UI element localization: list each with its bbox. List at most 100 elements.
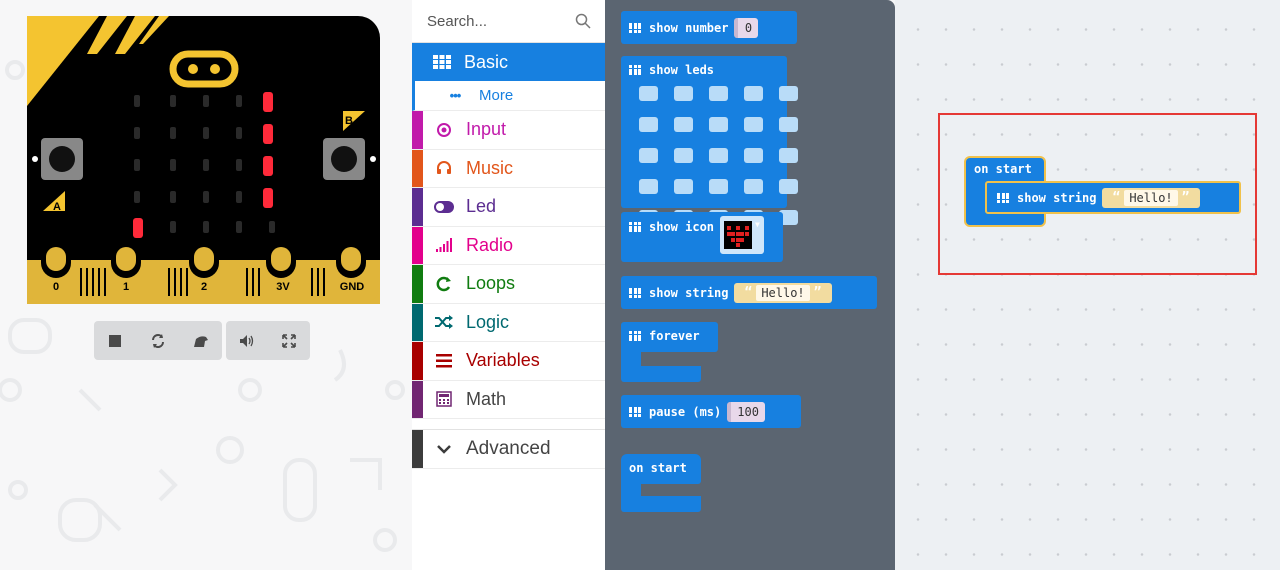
- led-cell[interactable]: [709, 179, 728, 194]
- fullscreen-icon[interactable]: [276, 328, 302, 354]
- category-label: Math: [466, 388, 507, 409]
- on-start-bottom: [621, 496, 701, 512]
- search-icon[interactable]: [575, 13, 591, 29]
- category-more[interactable]: ••• More: [412, 81, 605, 111]
- string-value[interactable]: Hello!: [1124, 189, 1178, 206]
- block-forever[interactable]: forever: [621, 322, 718, 352]
- led-cell[interactable]: [639, 86, 658, 101]
- toolbox-separator: [412, 419, 605, 430]
- category-loops[interactable]: Loops: [412, 265, 605, 304]
- signal-icon: [434, 238, 454, 253]
- grid-icon: [629, 331, 641, 341]
- grid-icon: [629, 22, 641, 33]
- block-label: forever: [649, 329, 700, 343]
- block-show-number[interactable]: show number 0: [621, 11, 797, 44]
- icon-dropdown[interactable]: ▼: [720, 216, 765, 254]
- led-cell[interactable]: [674, 86, 693, 101]
- led-matrix: [639, 86, 798, 225]
- led-cell[interactable]: [779, 86, 798, 101]
- number-input[interactable]: 100: [727, 401, 765, 422]
- category-label: Loops: [466, 273, 516, 294]
- string-input[interactable]: “ Hello! ”: [734, 282, 832, 303]
- led-cell[interactable]: [709, 86, 728, 101]
- category-advanced[interactable]: Advanced: [412, 430, 605, 469]
- pin-gnd-label: GND: [340, 281, 365, 293]
- microbit-board[interactable]: A B 0 1 2 3V GND: [27, 16, 380, 304]
- block-show-string[interactable]: show string “ Hello! ”: [621, 276, 877, 309]
- block-pause[interactable]: pause (ms) 100: [621, 395, 801, 428]
- stop-icon[interactable]: [102, 328, 128, 354]
- toolbox: Search... Basic ••• More Input Music Led: [412, 0, 605, 570]
- refresh-icon: [434, 276, 454, 292]
- led-cell[interactable]: [674, 148, 693, 163]
- led-cell[interactable]: [709, 148, 728, 163]
- grid-icon: [629, 222, 641, 232]
- led-cell[interactable]: [639, 117, 658, 132]
- led-cell[interactable]: [744, 179, 763, 194]
- toolbox-search[interactable]: Search...: [412, 0, 605, 43]
- category-label: Led: [466, 196, 497, 217]
- led-cell[interactable]: [744, 148, 763, 163]
- led-cell[interactable]: [744, 86, 763, 101]
- block-label: on start: [629, 461, 687, 475]
- restart-icon[interactable]: [145, 328, 171, 354]
- pin-0-label: 0: [53, 281, 59, 293]
- category-math[interactable]: Math: [412, 380, 605, 419]
- led-cell[interactable]: [709, 117, 728, 132]
- dropdown-arrow-icon: ▼: [755, 220, 760, 229]
- workspace[interactable]: [895, 0, 1280, 570]
- block-flyout: show number 0 show leds show icon ▼ show…: [605, 0, 895, 570]
- more-icon: •••: [449, 88, 462, 103]
- string-value[interactable]: Hello!: [756, 284, 810, 301]
- led-cell[interactable]: [674, 179, 693, 194]
- sound-icon[interactable]: [234, 328, 260, 354]
- debug-icon[interactable]: [188, 328, 214, 354]
- category-music[interactable]: Music: [412, 149, 605, 188]
- led-cell[interactable]: [639, 179, 658, 194]
- led-cell[interactable]: [779, 117, 798, 132]
- open-quote-icon: “: [744, 285, 753, 300]
- category-basic[interactable]: Basic: [412, 43, 605, 81]
- pin-1-label: 1: [123, 281, 129, 293]
- block-label: pause (ms): [649, 404, 722, 419]
- makecode-editor: A B 0 1 2 3V GND Search... Basic ••• Mor…: [0, 0, 1280, 570]
- category-label: Music: [466, 157, 514, 178]
- button-b-label: B: [345, 115, 353, 127]
- close-quote-icon: ”: [813, 285, 822, 300]
- number-input[interactable]: 0: [734, 17, 759, 38]
- search-input[interactable]: Search...: [427, 13, 487, 30]
- category-led[interactable]: Led: [412, 188, 605, 227]
- simulator-panel: A B 0 1 2 3V GND: [0, 0, 412, 570]
- heart-icon: [724, 221, 753, 249]
- block-label: show string: [1017, 190, 1097, 205]
- grid-icon: [629, 65, 641, 75]
- list-icon: [434, 353, 454, 368]
- block-show-leds[interactable]: show leds: [621, 56, 798, 225]
- led-cell[interactable]: [674, 117, 693, 132]
- led-cell[interactable]: [779, 148, 798, 163]
- chevron-down-icon: [434, 444, 454, 454]
- block-label: show number: [649, 20, 729, 35]
- block-on-start[interactable]: on start: [621, 454, 701, 484]
- pin-3v-label: 3V: [276, 281, 290, 293]
- led-cell[interactable]: [744, 117, 763, 132]
- category-input[interactable]: Input: [412, 111, 605, 150]
- grid-icon: [997, 192, 1009, 203]
- pin-2-label: 2: [201, 281, 207, 293]
- category-label: Input: [466, 119, 507, 140]
- category-variables[interactable]: Variables: [412, 342, 605, 381]
- category-radio[interactable]: Radio: [412, 226, 605, 265]
- toggle-icon: [434, 200, 454, 213]
- category-logic[interactable]: Logic: [412, 303, 605, 342]
- close-quote-icon: ”: [1181, 190, 1190, 205]
- category-label: Variables: [466, 350, 540, 371]
- led-cell[interactable]: [779, 179, 798, 194]
- led-cell[interactable]: [639, 148, 658, 163]
- button-a-label: A: [53, 201, 61, 213]
- category-label: Radio: [466, 234, 514, 255]
- forever-bottom: [621, 366, 701, 382]
- workspace-show-string-block[interactable]: show string “ Hello! ”: [985, 181, 1241, 214]
- category-label: Advanced: [466, 438, 551, 459]
- string-input[interactable]: “ Hello! ”: [1102, 187, 1200, 208]
- block-show-icon[interactable]: show icon ▼: [621, 212, 783, 262]
